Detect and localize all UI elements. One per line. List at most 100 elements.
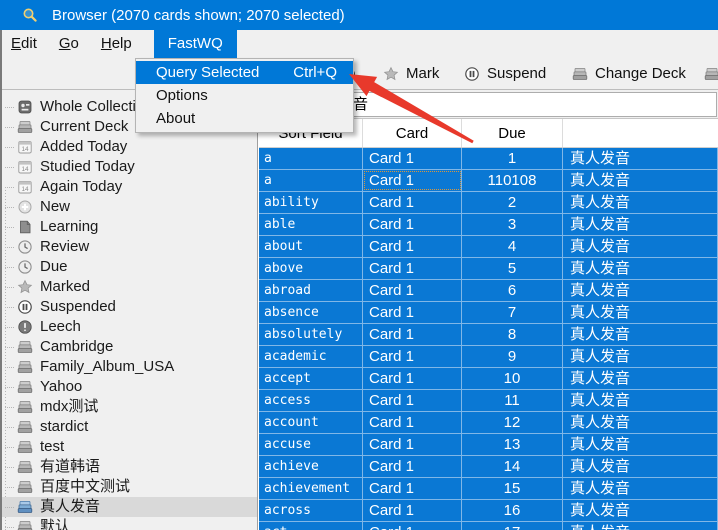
sidebar-item-added-today[interactable]: 14Added Today: [0, 137, 257, 157]
sidebar-item-stardict[interactable]: stardict: [0, 417, 257, 437]
sidebar-item-due[interactable]: Due: [0, 257, 257, 277]
table-row[interactable]: abilityCard 12真人发音: [259, 192, 718, 214]
sidebar-item-label: Review: [40, 237, 89, 257]
cell-card: Card 1: [363, 148, 462, 169]
cell-due: 14: [462, 456, 563, 477]
sidebar-item-label: 有道韩语: [40, 457, 100, 477]
table-row[interactable]: aboveCard 15真人发音: [259, 258, 718, 280]
deck-icon: [17, 439, 33, 455]
menu-item-query-selected[interactable]: Query Selected Ctrl+Q: [136, 61, 353, 84]
deck-icon: [17, 419, 33, 435]
sidebar-item-learning[interactable]: Learning: [0, 217, 257, 237]
toolbar-item-partial-icon[interactable]: [704, 58, 718, 89]
table-row[interactable]: aCard 11真人发音: [259, 148, 718, 170]
sidebar-item-默认[interactable]: 默认: [0, 517, 257, 530]
deck-icon: [17, 359, 33, 375]
menu-item-shortcut: [337, 84, 353, 107]
svg-text:14: 14: [21, 166, 29, 173]
cell-card: Card 1: [363, 170, 462, 191]
sidebar-item-marked[interactable]: Marked: [0, 277, 257, 297]
deck-icon: [572, 66, 588, 82]
clock-icon: [17, 239, 33, 255]
cell-deck: 真人发音: [563, 368, 718, 389]
sidebar-item-label: Cambridge: [40, 337, 113, 357]
sidebar-divider: [257, 90, 258, 530]
column-header-card[interactable]: Card: [363, 119, 462, 147]
menu-item-options[interactable]: Options: [136, 84, 353, 107]
cell-card: Card 1: [363, 522, 462, 530]
cell-deck: 真人发音: [563, 192, 718, 213]
table-row[interactable]: absolutelyCard 18真人发音: [259, 324, 718, 346]
table-row[interactable]: actCard 117真人发音: [259, 522, 718, 530]
plus-circle-icon: [17, 199, 33, 215]
sidebar-item-label: Learning: [40, 217, 98, 237]
sidebar-item-review[interactable]: Review: [0, 237, 257, 257]
sidebar-item-new[interactable]: New: [0, 197, 257, 217]
menu-item-about[interactable]: About: [136, 107, 353, 130]
table-row[interactable]: accessCard 111真人发音: [259, 390, 718, 412]
sidebar-item-label: Again Today: [40, 177, 122, 197]
column-header-due[interactable]: Due: [462, 119, 563, 147]
sidebar-item-真人发音[interactable]: 真人发音: [0, 497, 257, 517]
toolbar-item-change-deck[interactable]: Change Deck: [572, 58, 686, 89]
table-row[interactable]: acceptCard 110真人发音: [259, 368, 718, 390]
table-row[interactable]: abroadCard 16真人发音: [259, 280, 718, 302]
table-row[interactable]: acrossCard 116真人发音: [259, 500, 718, 522]
sidebar-item-suspended[interactable]: Suspended: [0, 297, 257, 317]
sidebar-item-百度中文测试[interactable]: 百度中文测试: [0, 477, 257, 497]
sidebar-item-有道韩语[interactable]: 有道韩语: [0, 457, 257, 477]
sidebar-item-leech[interactable]: Leech: [0, 317, 257, 337]
cell-card: Card 1: [363, 368, 462, 389]
toolbar-item-suspend[interactable]: Suspend: [464, 58, 546, 89]
deck-icon: [17, 119, 33, 135]
cell-sort-field: account: [259, 412, 363, 433]
pause-circle-icon: [17, 299, 33, 315]
menu-item-fastwq[interactable]: FastWQ: [154, 30, 237, 58]
table-row[interactable]: accuseCard 113真人发音: [259, 434, 718, 456]
cell-sort-field: able: [259, 214, 363, 235]
cell-due: 2: [462, 192, 563, 213]
menu-item-edit[interactable]: Edit: [0, 30, 48, 58]
deck-blue-icon: [17, 499, 33, 515]
sidebar-item-yahoo[interactable]: Yahoo: [0, 377, 257, 397]
cell-sort-field: across: [259, 500, 363, 521]
toolbar-label: Change Deck: [595, 65, 686, 82]
cell-sort-field: access: [259, 390, 363, 411]
table-row[interactable]: ableCard 13真人发音: [259, 214, 718, 236]
calendar-icon: 14: [17, 139, 33, 155]
table-row[interactable]: accountCard 112真人发音: [259, 412, 718, 434]
table-row[interactable]: achieveCard 114真人发音: [259, 456, 718, 478]
menu-item-shortcut: Ctrl+Q: [293, 61, 353, 84]
cell-deck: 真人发音: [563, 346, 718, 367]
table-row[interactable]: aCard 1110108真人发音: [259, 170, 718, 192]
sidebar-item-label: Family_Album_USA: [40, 357, 174, 377]
clock-icon: [17, 259, 33, 275]
sidebar-item-cambridge[interactable]: Cambridge: [0, 337, 257, 357]
table-row[interactable]: absenceCard 17真人发音: [259, 302, 718, 324]
sidebar-item-label: 真人发音: [40, 497, 100, 517]
sidebar-item-test[interactable]: test: [0, 437, 257, 457]
deck-icon: [17, 459, 33, 475]
toolbar-item-mark[interactable]: Mark: [383, 58, 439, 89]
sidebar-item-studied-today[interactable]: 14Studied Today: [0, 157, 257, 177]
cell-sort-field: accept: [259, 368, 363, 389]
cell-card: Card 1: [363, 456, 462, 477]
sidebar-item-mdx测试[interactable]: mdx测试: [0, 397, 257, 417]
sidebar-item-label: 默认: [40, 517, 70, 530]
table-row[interactable]: aboutCard 14真人发音: [259, 236, 718, 258]
sidebar-item-family-album-usa[interactable]: Family_Album_USA: [0, 357, 257, 377]
table-row[interactable]: academicCard 19真人发音: [259, 346, 718, 368]
cell-due: 3: [462, 214, 563, 235]
menu-item-help[interactable]: Help: [90, 30, 143, 58]
table-row[interactable]: achievementCard 115真人发音: [259, 478, 718, 500]
cell-sort-field: achievement: [259, 478, 363, 499]
cell-sort-field: achieve: [259, 456, 363, 477]
fastwq-menu: Query Selected Ctrl+Q Options About: [135, 58, 354, 133]
column-header-deck[interactable]: [563, 119, 718, 147]
deck-icon: [17, 479, 33, 495]
cell-card: Card 1: [363, 390, 462, 411]
cell-deck: 真人发音: [563, 280, 718, 301]
menu-item-go[interactable]: Go: [48, 30, 90, 58]
sidebar-item-again-today[interactable]: 14Again Today: [0, 177, 257, 197]
cell-sort-field: absence: [259, 302, 363, 323]
